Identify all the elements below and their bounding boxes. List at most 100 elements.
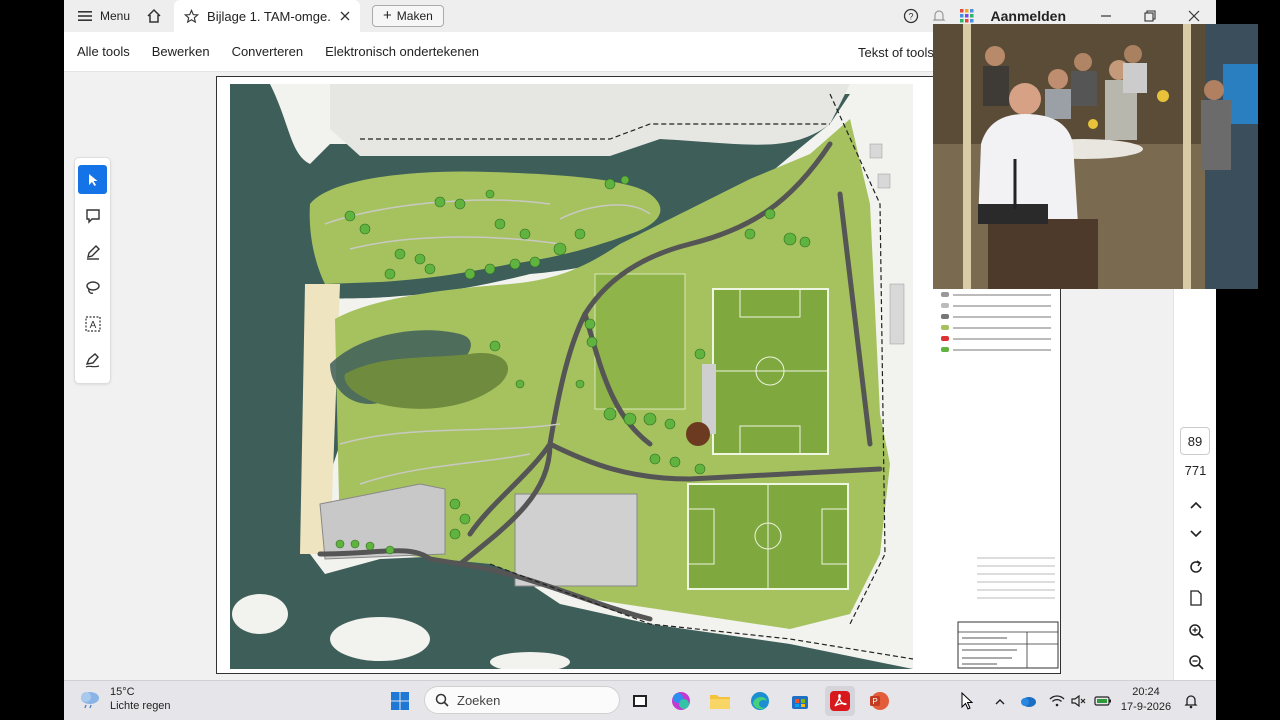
weather-widget[interactable]: 15°C Lichte regen [78, 685, 171, 713]
onedrive-tray[interactable] [1013, 686, 1043, 716]
bell-icon [932, 10, 945, 21]
page-icon [1190, 590, 1202, 606]
store-icon [792, 696, 808, 709]
powerpoint-icon: P [870, 692, 889, 710]
store-app[interactable] [785, 686, 815, 716]
text-tool[interactable]: A [78, 309, 107, 338]
draw-tool[interactable] [78, 273, 107, 302]
fill-sign-tool[interactable] [78, 345, 107, 374]
acrobat-icon [830, 691, 850, 711]
signin-button[interactable]: Aanmelden [991, 8, 1066, 24]
windows-logo-icon [391, 692, 409, 710]
weather-description: Lichte regen [110, 700, 171, 712]
home-button[interactable] [140, 0, 168, 32]
tool-esign[interactable]: Elektronisch ondertekenen [325, 44, 479, 59]
chevron-up-icon [995, 698, 1005, 704]
edge-app[interactable] [745, 686, 775, 716]
home-icon [147, 8, 161, 23]
zoom-in-icon [1189, 624, 1204, 639]
show-hidden-icons-button[interactable] [985, 686, 1015, 716]
previous-page-button[interactable] [1182, 492, 1210, 518]
clock-date: 17-9-2026 [1120, 701, 1172, 713]
map-legend [941, 289, 1051, 355]
select-tool[interactable] [78, 165, 107, 194]
sign-pen-icon [85, 352, 99, 368]
cursor-icon [88, 173, 97, 186]
screen: Menu Bijlage 1. TAM-omge... + Maken ? Aa… [0, 0, 1280, 720]
minimize-icon [1101, 15, 1111, 17]
tab-title: Bijlage 1. TAM-omge... [207, 8, 333, 24]
wifi-icon [1049, 695, 1065, 707]
system-clock[interactable]: 20:24 17-9-2026 [1116, 685, 1176, 715]
help-button[interactable]: ? [897, 0, 925, 32]
edge-icon [751, 692, 769, 710]
rotate-button[interactable] [1182, 554, 1210, 580]
bell-icon [1184, 695, 1198, 709]
taskbar: 15°C Lichte regen Zoeken P 20:24 17-9-20… [64, 680, 1216, 720]
new-tab-button[interactable]: + Maken [372, 5, 444, 27]
folder-icon [710, 695, 730, 709]
battery-icon [1094, 696, 1111, 706]
next-page-button[interactable] [1182, 521, 1210, 547]
tool-all-tools[interactable]: Alle tools [77, 44, 130, 59]
zoom-out-icon [1189, 655, 1204, 670]
comment-tool[interactable] [78, 201, 107, 230]
text-tools-search[interactable]: Tekst of tools [858, 45, 934, 60]
clock-time: 20:24 [1132, 686, 1160, 698]
highlight-tool[interactable] [78, 237, 107, 266]
tool-edit[interactable]: Bewerken [152, 44, 210, 59]
task-view-button[interactable] [625, 686, 655, 716]
cloud-icon [1021, 697, 1036, 707]
svg-text:?: ? [908, 12, 913, 22]
help-icon: ? [903, 8, 918, 24]
zoom-in-button[interactable] [1182, 618, 1210, 644]
lasso-icon [85, 280, 100, 294]
document-tab[interactable]: Bijlage 1. TAM-omge... [174, 0, 361, 32]
cloud-rain-icon [81, 692, 99, 709]
svg-text:A: A [89, 320, 96, 331]
page-total: 771 [1184, 463, 1207, 478]
chevron-down-icon [1190, 530, 1202, 538]
svg-text:P: P [872, 697, 877, 706]
menu-button[interactable]: Menu [64, 0, 140, 32]
plus-icon: + [383, 7, 392, 24]
notifications-tray[interactable] [1176, 686, 1206, 716]
mouse-pointer [952, 686, 982, 716]
pointer-icon [961, 692, 974, 710]
drawing-title-block [957, 552, 1059, 670]
task-view-icon [633, 695, 647, 707]
rotate-icon [1190, 560, 1202, 573]
volume-muted-icon [1071, 695, 1086, 707]
tool-convert[interactable]: Converteren [232, 44, 304, 59]
annotation-toolbar: A [75, 158, 110, 383]
star-icon[interactable] [184, 8, 200, 24]
start-button[interactable] [385, 686, 415, 716]
webcam-overlay [933, 24, 1258, 289]
m365-app[interactable] [666, 686, 696, 716]
close-tab-icon[interactable] [340, 11, 350, 21]
close-icon [1188, 10, 1200, 22]
pen-icon [86, 244, 100, 260]
search-placeholder: Zoeken [457, 692, 501, 708]
powerpoint-app[interactable]: P [864, 686, 894, 716]
acrobat-app[interactable] [825, 686, 855, 716]
battery-tray[interactable] [1088, 686, 1118, 716]
page-thumbnails-button[interactable] [1182, 585, 1210, 611]
chevron-up-icon [1190, 501, 1202, 509]
comment-icon [85, 208, 100, 224]
m365-icon [672, 692, 690, 710]
menu-label: Menu [100, 9, 131, 23]
hamburger-icon [78, 11, 92, 21]
zoom-out-button[interactable] [1182, 649, 1210, 675]
page-number-input[interactable]: 89 [1180, 427, 1210, 455]
site-plan-map [230, 84, 913, 669]
new-tab-label: Maken [396, 9, 433, 23]
meeting-video [933, 24, 1258, 289]
weather-temperature: 15°C [110, 686, 135, 698]
apps-grid-icon [959, 9, 974, 23]
restore-icon [1144, 10, 1156, 22]
taskbar-search[interactable]: Zoeken [424, 686, 620, 714]
search-icon [435, 693, 449, 707]
text-box-icon: A [84, 315, 101, 332]
file-explorer-app[interactable] [705, 686, 735, 716]
